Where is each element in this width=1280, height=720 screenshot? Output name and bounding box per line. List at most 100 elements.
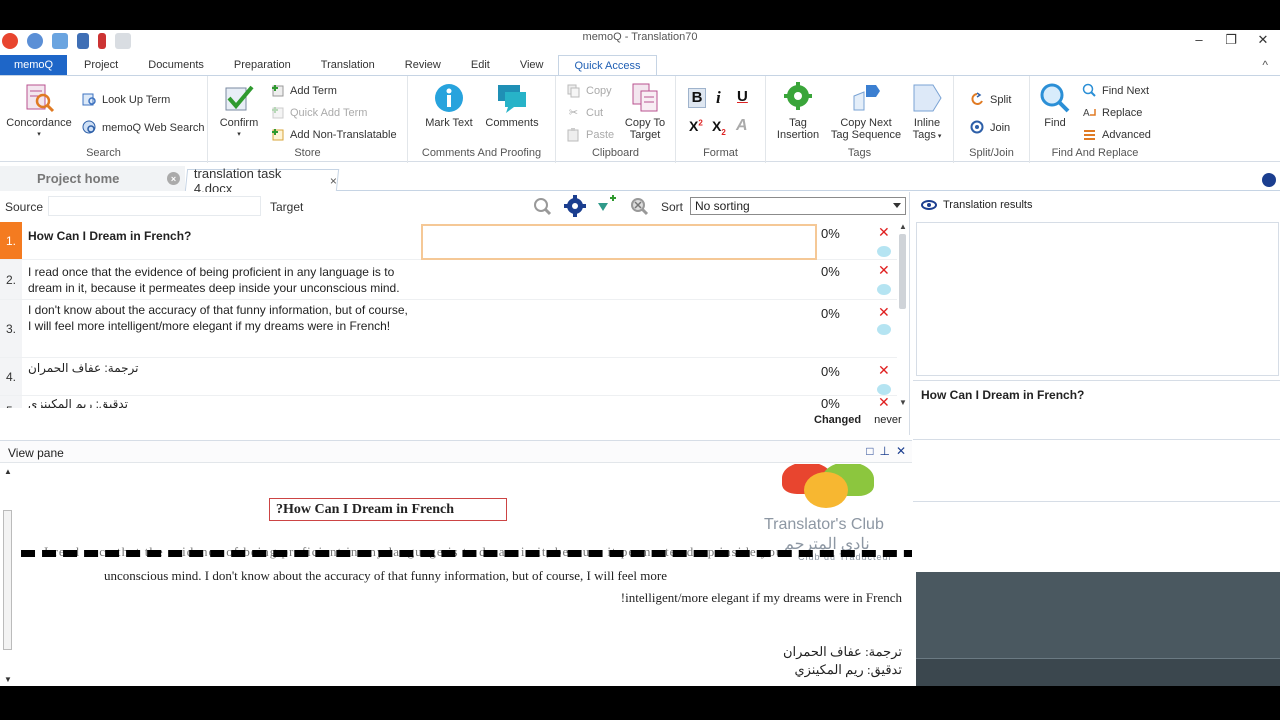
error-x-icon[interactable]: ✕ [878,362,890,379]
concordance-button[interactable]: Concordance ▾ [6,82,72,141]
source-filter-input[interactable] [48,196,261,216]
scroll-thumb[interactable] [3,510,12,650]
segment-row[interactable]: 1. How Can I Dream in French? 0% ✕ [0,222,897,260]
settings-gear-icon[interactable] [564,195,586,217]
tab-edit[interactable]: Edit [456,55,505,75]
source-text[interactable]: ترجمة: عفاف الحمران [28,360,146,376]
mark-text-button[interactable]: Mark Text [422,82,476,129]
add-filter-icon[interactable] [596,195,618,217]
translation-results-list[interactable] [916,222,1279,376]
replace-button[interactable]: A Replace [1082,105,1142,120]
error-x-icon[interactable]: ✕ [878,262,890,279]
scroll-up-icon[interactable]: ▲ [899,222,907,231]
segment-row[interactable]: 2. I read once that the evidence of bein… [0,260,897,300]
subscript-button[interactable]: X2 [712,118,726,137]
target-input[interactable] [421,224,817,260]
advanced-button[interactable]: Advanced [1082,127,1151,142]
close-tab-icon[interactable]: × [167,172,180,185]
segment-row[interactable]: 5. تدقيق: ريم المكينزي 0% ✕ [0,394,897,408]
look-up-term-label: Look Up Term [102,93,171,106]
restore-icon[interactable]: ❐ [1224,32,1238,48]
italic-button[interactable]: i [716,88,721,108]
find-next-icon [1082,83,1097,98]
cut-label: Cut [586,106,604,119]
copy-next-label-2: Tag Sequence [830,129,902,141]
minimize-icon[interactable]: – [1192,32,1206,48]
bold-button[interactable]: B [688,88,706,108]
web-search-button[interactable]: memoQ Web Search [82,120,205,135]
tab-project[interactable]: Project [69,55,133,75]
paste-button[interactable]: Paste [566,127,614,142]
find-next-label: Find Next [1102,84,1150,97]
eye-icon[interactable] [921,200,937,210]
scroll-down-icon[interactable]: ▼ [899,398,907,407]
dropdown-arrow-icon: ▾ [237,131,241,138]
scroll-down-icon[interactable]: ▼ [4,675,12,684]
view-pane-scrollbar[interactable]: ▲ ▼ [0,465,14,686]
add-non-translatable-button[interactable]: Add Non-Translatable [270,127,397,142]
tab-quick-access[interactable]: Quick Access [558,55,657,75]
copy-next-tag-sequence-button[interactable]: Copy Next Tag Sequence [828,82,904,141]
match-percent: 0% [821,396,840,408]
find-next-button[interactable]: Find Next [1082,83,1149,98]
filter-icon[interactable] [531,195,553,217]
scroll-up-icon[interactable]: ▲ [4,467,12,476]
ribbon: Concordance ▾ Look Up Term memoQ Web Sea… [0,75,1280,163]
tab-translation-document[interactable]: translation task 4.docx × [184,166,340,196]
view-pane-title: View pane [8,446,64,460]
tab-memoq[interactable]: memoQ [0,55,67,75]
superscript-button[interactable]: X2 [689,118,703,134]
segment-row[interactable]: 4. ترجمة: عفاف الحمران 0% ✕ [0,358,897,396]
cut-button[interactable]: ✂ Cut [566,105,603,120]
close-pane-icon[interactable]: ✕ [896,444,906,458]
source-text[interactable]: How Can I Dream in French? [28,228,408,244]
tab-preparation[interactable]: Preparation [219,55,306,75]
comment-bubble-icon[interactable] [877,246,891,257]
confirm-button[interactable]: Confirm ▾ [216,82,262,141]
maximize-pane-icon[interactable]: □ [866,444,873,458]
error-x-icon[interactable]: ✕ [878,394,890,408]
collapse-ribbon-icon[interactable]: ^ [1262,58,1268,72]
source-text[interactable]: I read once that the evidence of being p… [28,264,408,296]
quick-add-term-button[interactable]: Quick Add Term [270,105,367,120]
split-button[interactable]: Split [970,92,1011,107]
globe-icon[interactable] [1262,173,1276,187]
replace-icon: A [1082,105,1097,120]
grid-scrollbar[interactable]: ▲ ▼ [897,222,909,408]
text-size-icon[interactable]: A [736,117,748,135]
sort-dropdown[interactable]: No sorting [690,197,906,215]
tab-review[interactable]: Review [390,55,456,75]
underline-button[interactable]: U [737,88,748,105]
magnifier-icon [1038,82,1072,114]
close-doc-tab-icon[interactable]: × [330,174,337,188]
status-never: never [874,414,902,426]
comments-button[interactable]: Comments [482,82,542,129]
find-button[interactable]: Find [1036,82,1074,129]
scroll-thumb[interactable] [899,234,906,309]
confirm-label: Confirm [219,117,259,129]
error-x-icon[interactable]: ✕ [878,304,890,321]
target-filter-input[interactable] [305,196,525,216]
comment-bubble-icon[interactable] [877,324,891,335]
copy-button[interactable]: Copy [566,83,612,98]
tab-translation[interactable]: Translation [306,55,390,75]
advanced-label: Advanced [1102,128,1151,141]
tag-insertion-button[interactable]: Tag Insertion [772,82,824,141]
inline-tags-button[interactable]: Inline Tags ▾ [908,82,946,143]
look-up-term-button[interactable]: Look Up Term [82,92,170,107]
comment-bubble-icon[interactable] [877,284,891,295]
clear-filter-icon[interactable] [628,195,650,217]
copy-to-target-button[interactable]: Copy To Target [618,82,672,141]
tab-view[interactable]: View [505,55,559,75]
error-x-icon[interactable]: ✕ [878,224,890,241]
tab-documents[interactable]: Documents [133,55,219,75]
add-term-button[interactable]: Add Term [270,83,337,98]
source-text[interactable]: تدقيق: ريم المكينزي [28,396,140,408]
pin-icon[interactable]: ⊥ [879,444,889,458]
dropdown-arrow-icon: ▾ [37,131,41,138]
join-button[interactable]: Join [970,120,1010,135]
source-text[interactable]: I don't know about the accuracy of that … [28,302,408,334]
tab-project-home[interactable]: Project home × [0,166,185,191]
close-icon[interactable]: ✕ [1256,32,1270,48]
segment-row[interactable]: 3. I don't know about the accuracy of th… [0,300,897,358]
